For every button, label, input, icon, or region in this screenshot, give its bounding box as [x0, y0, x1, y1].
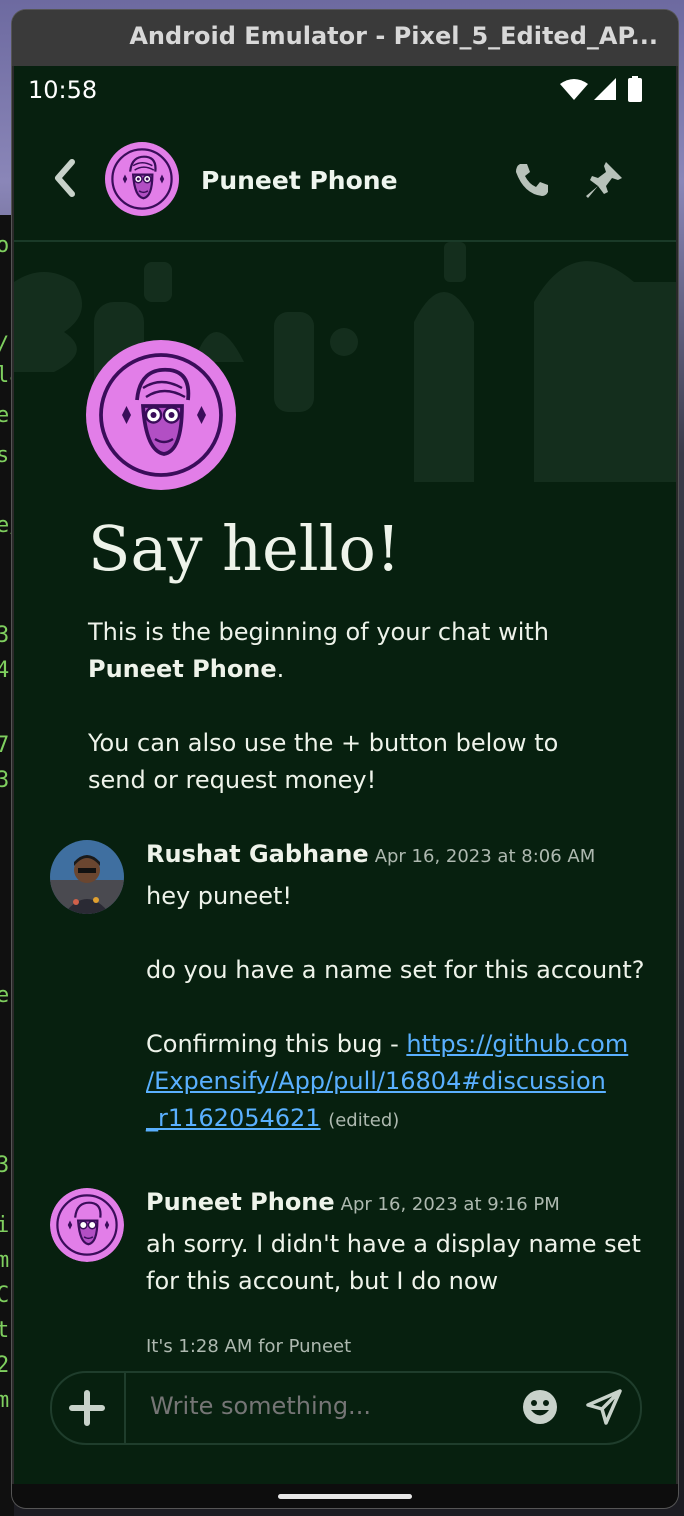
intro-line2: You can also use the + button below to s… — [88, 729, 559, 794]
intro-text: This is the beginning of your chat with … — [88, 614, 608, 799]
author-name[interactable]: Puneet Phone — [146, 1188, 335, 1216]
chat-header: Puneet Phone — [14, 116, 676, 242]
local-time-note: It's 1:28 AM for Puneet — [146, 1336, 352, 1357]
edited-label: (edited) — [328, 1110, 400, 1131]
link-part: _r1162054621 — [146, 1104, 321, 1132]
add-button[interactable] — [52, 1373, 126, 1443]
battery-icon — [628, 78, 642, 102]
intro-heading: Say hello! — [88, 512, 401, 585]
author-name[interactable]: Rushat Gabhane — [146, 840, 369, 868]
wifi-icon — [560, 79, 588, 100]
contact-name[interactable]: Puneet Phone — [201, 166, 398, 195]
send-icon[interactable] — [584, 1387, 624, 1427]
emoji-icon[interactable] — [522, 1389, 558, 1425]
author-avatar[interactable] — [50, 1188, 124, 1262]
signal-icon — [594, 78, 616, 100]
status-bar: 10:58 — [14, 66, 676, 116]
message-timestamp: Apr 16, 2023 at 9:16 PM — [340, 1194, 560, 1215]
emulator-window: Android Emulator - Pixel_5_Edited_AP... … — [12, 10, 678, 1508]
plus-icon — [69, 1390, 105, 1426]
pin-icon[interactable] — [584, 160, 624, 200]
phone-icon[interactable] — [512, 160, 552, 200]
message-meta: Rushat Gabhane Apr 16, 2023 at 8:06 AM — [146, 840, 595, 868]
message-input[interactable] — [148, 1391, 512, 1421]
message-paragraph: do you have a name set for this account? — [146, 956, 645, 984]
intro-contact-name: Puneet Phone — [88, 655, 277, 683]
author-avatar[interactable] — [50, 840, 124, 914]
hero-avatar — [86, 340, 236, 490]
intro-line1: This is the beginning of your chat with — [88, 618, 549, 646]
intro-punct: . — [276, 655, 285, 683]
phone-screen: 10:58 Puneet Phone Say hello! This is th… — [14, 66, 676, 1484]
message-composer — [50, 1371, 642, 1445]
status-time: 10:58 — [28, 76, 98, 104]
message-timestamp: Apr 16, 2023 at 8:06 AM — [374, 846, 596, 867]
status-icons — [560, 76, 642, 102]
home-indicator[interactable] — [278, 1494, 412, 1499]
message-body: ah sorry. I didn't have a display name s… — [146, 1230, 641, 1295]
message-meta: Puneet Phone Apr 16, 2023 at 9:16 PM — [146, 1188, 560, 1216]
link-part: /Expensify/App/pull/16804#discussion — [146, 1067, 606, 1095]
contact-avatar[interactable] — [105, 142, 179, 216]
window-title: Android Emulator - Pixel_5_Edited_AP... — [129, 22, 658, 50]
window-titlebar: Android Emulator - Pixel_5_Edited_AP... — [12, 10, 678, 66]
chevron-left-icon[interactable] — [50, 158, 80, 198]
navigation-bar — [12, 1484, 678, 1508]
message-body: hey puneet! do you have a name set for t… — [146, 878, 646, 1139]
message-paragraph: Confirming this bug - — [146, 1030, 407, 1058]
link-part: https://github.com — [406, 1030, 629, 1058]
message-paragraph: hey puneet! — [146, 882, 293, 910]
